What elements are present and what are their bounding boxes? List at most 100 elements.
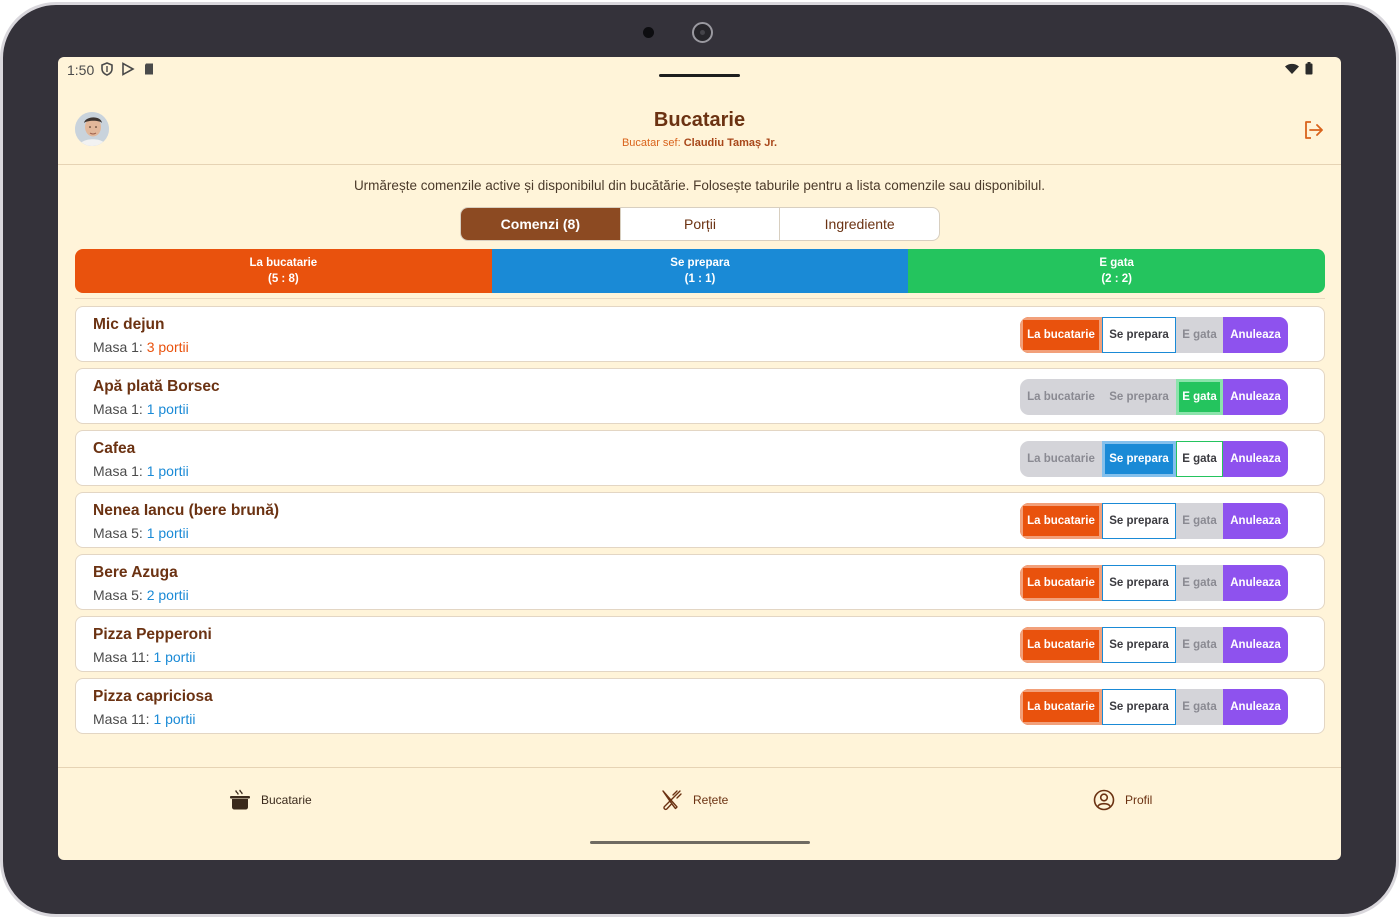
- order-row: Cafea Masa 1: 1 portii La bucatarie Se p…: [75, 430, 1325, 486]
- status-kitchen-button[interactable]: La bucatarie: [1020, 503, 1102, 539]
- order-portions: 1 portii: [146, 401, 189, 417]
- order-row: Mic dejun Masa 1: 3 portii La bucatarie …: [75, 306, 1325, 362]
- order-status-group: La bucatarie Se prepara E gata Anuleaza: [1020, 379, 1288, 415]
- order-portions: 2 portii: [146, 587, 189, 603]
- nav-retete[interactable]: Rețete: [660, 788, 728, 812]
- status-ready-button[interactable]: E gata: [1176, 689, 1223, 725]
- status-time: 1:50: [67, 62, 95, 78]
- status-preparing-button[interactable]: Se prepara: [1102, 565, 1176, 601]
- status-preparing-button[interactable]: Se prepara: [1102, 379, 1176, 415]
- cancel-order-button[interactable]: Anuleaza: [1223, 627, 1288, 663]
- status-kitchen-button[interactable]: La bucatarie: [1020, 317, 1102, 353]
- tab-ingrediente[interactable]: Ingrediente: [780, 208, 939, 240]
- nav-bucatarie[interactable]: Bucatarie: [228, 788, 312, 812]
- cancel-order-button[interactable]: Anuleaza: [1223, 565, 1288, 601]
- status-preparing-button[interactable]: Se prepara: [1102, 441, 1176, 477]
- intro-text: Urmărește comenzile active și disponibil…: [353, 178, 1046, 193]
- tab-bar: Comenzi (8) Porții Ingrediente: [460, 207, 940, 241]
- order-status-group: La bucatarie Se prepara E gata Anuleaza: [1020, 565, 1288, 601]
- order-name: Mic dejun: [93, 316, 165, 333]
- order-meta: Masa 11: 1 portii: [93, 649, 195, 665]
- camera-sensor: [643, 27, 654, 38]
- order-name: Cafea: [93, 440, 136, 457]
- order-portions: 1 portii: [146, 525, 189, 541]
- order-meta: Masa 1: 1 portii: [93, 463, 189, 479]
- order-portions: 3 portii: [146, 339, 189, 355]
- order-name: Nenea Iancu (bere brună): [93, 502, 280, 519]
- summary-ready-count: (2 : 2): [1101, 273, 1133, 285]
- status-preparing-button[interactable]: Se prepara: [1102, 689, 1176, 725]
- status-summary-bar: La bucatarie (5 : 8) Se prepara (1 : 1) …: [75, 249, 1325, 293]
- wifi-icon: [1285, 62, 1299, 80]
- tab-comenzi[interactable]: Comenzi (8): [461, 208, 621, 240]
- order-status-group: La bucatarie Se prepara E gata Anuleaza: [1020, 317, 1288, 353]
- app-header: Bucatarie Bucatar sef: Claudiu Tamaș Jr.: [58, 87, 1341, 165]
- camera-notch-pill: [659, 74, 740, 77]
- status-preparing-button[interactable]: Se prepara: [1102, 503, 1176, 539]
- status-kitchen-button[interactable]: La bucatarie: [1020, 627, 1102, 663]
- page-title: Bucatarie: [653, 109, 746, 131]
- order-row: Nenea Iancu (bere brună) Masa 5: 1 porti…: [75, 492, 1325, 548]
- tab-portii[interactable]: Porții: [621, 208, 781, 240]
- chef-subtitle: Bucatar sef: Claudiu Tamaș Jr.: [58, 137, 1341, 149]
- cancel-order-button[interactable]: Anuleaza: [1223, 441, 1288, 477]
- order-meta: Masa 5: 1 portii: [93, 525, 189, 541]
- orders-list: Mic dejun Masa 1: 3 portii La bucatarie …: [75, 306, 1325, 740]
- summary-kitchen-count: (5 : 8): [268, 273, 299, 285]
- summary-preparing-label: Se prepara: [670, 257, 730, 269]
- chef-label: Bucatar sef:: [621, 137, 681, 149]
- cancel-order-button[interactable]: Anuleaza: [1223, 689, 1288, 725]
- status-ready-button[interactable]: E gata: [1176, 503, 1223, 539]
- cancel-order-button[interactable]: Anuleaza: [1223, 379, 1288, 415]
- status-ready-button[interactable]: E gata: [1176, 441, 1223, 477]
- order-row: Apă plată Borsec Masa 1: 1 portii La buc…: [75, 368, 1325, 424]
- order-status-group: La bucatarie Se prepara E gata Anuleaza: [1020, 689, 1288, 725]
- divider: [75, 298, 1325, 299]
- order-portions: 1 portii: [153, 649, 196, 665]
- order-row: Pizza capriciosa Masa 11: 1 portii La bu…: [75, 678, 1325, 734]
- app-screen: 1:50 Bucatarie Bucatar sef: Claudiu Tama…: [58, 57, 1341, 860]
- battery-icon: [1305, 62, 1313, 80]
- nav-retete-label: Rețete: [693, 793, 729, 807]
- summary-kitchen-label: La bucatarie: [249, 257, 318, 269]
- status-preparing-button[interactable]: Se prepara: [1102, 317, 1176, 353]
- order-meta: Masa 5: 2 portii: [93, 587, 189, 603]
- status-kitchen-button[interactable]: La bucatarie: [1020, 441, 1102, 477]
- order-row: Pizza Pepperoni Masa 11: 1 portii La buc…: [75, 616, 1325, 672]
- status-preparing-button[interactable]: Se prepara: [1102, 627, 1176, 663]
- order-row: Bere Azuga Masa 5: 2 portii La bucatarie…: [75, 554, 1325, 610]
- order-name: Apă plată Borsec: [93, 378, 220, 395]
- status-kitchen-button[interactable]: La bucatarie: [1020, 565, 1102, 601]
- order-table: Masa 5:: [93, 587, 143, 603]
- summary-kitchen[interactable]: La bucatarie (5 : 8): [75, 249, 492, 293]
- summary-ready-label: E gata: [1099, 257, 1134, 269]
- order-status-group: La bucatarie Se prepara E gata Anuleaza: [1020, 503, 1288, 539]
- gesture-home-pill: [590, 841, 810, 844]
- status-kitchen-button[interactable]: La bucatarie: [1020, 689, 1102, 725]
- status-kitchen-button[interactable]: La bucatarie: [1020, 379, 1102, 415]
- nav-profil-label: Profil: [1125, 793, 1153, 807]
- sd-card-icon: [142, 62, 156, 76]
- order-portions: 1 portii: [153, 711, 196, 727]
- order-status-group: La bucatarie Se prepara E gata Anuleaza: [1020, 441, 1288, 477]
- status-ready-button[interactable]: E gata: [1176, 379, 1223, 415]
- logout-icon: [1305, 121, 1323, 139]
- status-ready-button[interactable]: E gata: [1176, 565, 1223, 601]
- order-table: Masa 1:: [93, 463, 143, 479]
- order-meta: Masa 1: 1 portii: [93, 401, 189, 417]
- status-ready-button[interactable]: E gata: [1176, 317, 1223, 353]
- order-portions: 1 portii: [146, 463, 189, 479]
- status-ready-button[interactable]: E gata: [1176, 627, 1223, 663]
- utensils-icon: [662, 790, 682, 811]
- logout-button[interactable]: [1302, 119, 1324, 141]
- order-name: Pizza capriciosa: [93, 688, 213, 705]
- summary-preparing[interactable]: Se prepara (1 : 1): [491, 249, 909, 293]
- pot-icon: [230, 789, 250, 810]
- summary-ready[interactable]: E gata (2 : 2): [908, 249, 1325, 293]
- cancel-order-button[interactable]: Anuleaza: [1223, 503, 1288, 539]
- order-name: Pizza Pepperoni: [93, 626, 212, 643]
- order-table: Masa 5:: [93, 525, 143, 541]
- cancel-order-button[interactable]: Anuleaza: [1223, 317, 1288, 353]
- nav-profil[interactable]: Profil: [1092, 788, 1152, 812]
- front-camera: [692, 22, 713, 43]
